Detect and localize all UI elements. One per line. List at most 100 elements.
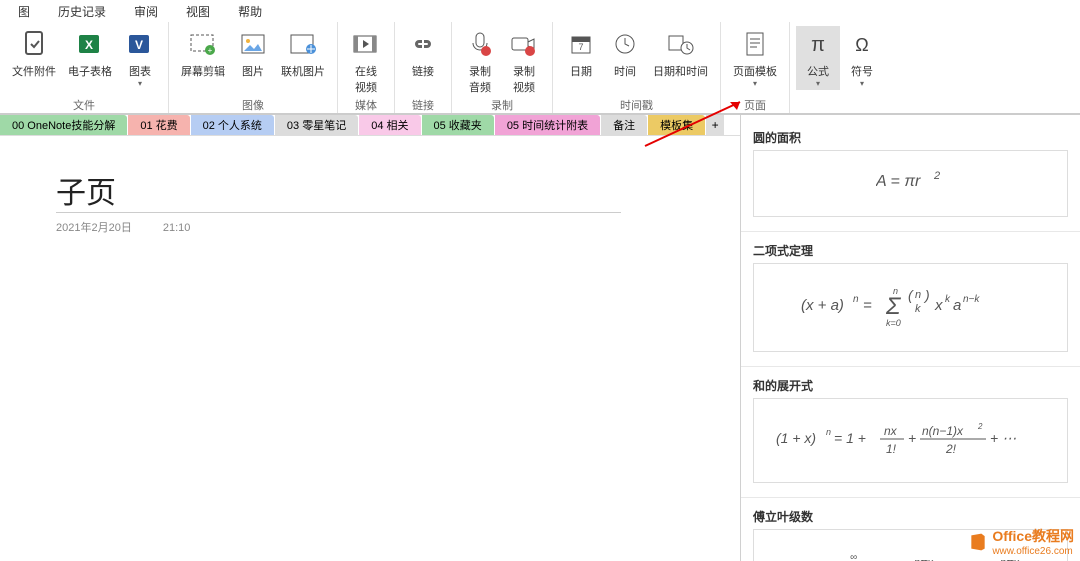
page-title[interactable]: 子页 <box>56 168 621 213</box>
svg-text:2: 2 <box>933 170 940 182</box>
section-tab[interactable]: 05 时间统计附表 <box>495 115 600 135</box>
svg-text:): ) <box>923 287 930 303</box>
page-template-icon <box>739 28 771 60</box>
svg-text:2!: 2! <box>945 442 957 456</box>
group-title: 链接 <box>412 97 434 113</box>
ribbon-group-link: 链接 链接 <box>395 22 452 113</box>
svg-text:(1 + x): (1 + x) <box>776 430 816 446</box>
ribbon: 文件附件 X 电子表格 V 图表 ▾ 文件 + 屏幕剪辑 图片 <box>0 22 1080 115</box>
ribbon-label: 符号 <box>851 63 873 79</box>
svg-text:n: n <box>893 286 898 296</box>
formula-item[interactable]: 圆的面积 A = πr2 <box>741 119 1080 232</box>
svg-text:k=0: k=0 <box>886 318 901 328</box>
formula-label: 和的展开式 <box>753 377 1068 394</box>
spreadsheet-button[interactable]: X 电子表格 <box>62 26 118 81</box>
svg-text:V: V <box>135 38 143 52</box>
watermark-url: www.office26.com <box>992 546 1074 557</box>
excel-icon: X <box>74 28 106 60</box>
datetime-button[interactable]: 日期和时间 <box>647 26 714 81</box>
svg-text:(: ( <box>908 287 914 303</box>
chevron-down-icon: ▾ <box>860 79 864 88</box>
ribbon-label: 联机图片 <box>281 63 325 79</box>
svg-text:= 1 +: = 1 + <box>834 430 866 446</box>
menu-item[interactable]: 帮助 <box>224 0 276 23</box>
calendar-icon: 7 <box>565 28 597 60</box>
svg-text:n: n <box>853 294 859 305</box>
file-attachment-button[interactable]: 文件附件 <box>6 26 62 81</box>
screenshot-icon: + <box>187 28 219 60</box>
chevron-down-icon: ▾ <box>816 79 820 88</box>
section-tab[interactable]: 备注 <box>601 115 647 135</box>
ribbon-group-record: 录制 音频 录制 视频 录制 <box>452 22 553 113</box>
ribbon-group-image: + 屏幕剪辑 图片 联机图片 图像 <box>169 22 338 113</box>
time-button[interactable]: 时间 <box>603 26 647 81</box>
svg-text:+: + <box>208 46 213 55</box>
svg-text:a: a <box>953 297 961 314</box>
menu-item[interactable]: 历史记录 <box>44 0 120 23</box>
screen-clip-button[interactable]: + 屏幕剪辑 <box>175 26 231 81</box>
online-picture-button[interactable]: 联机图片 <box>275 26 331 81</box>
ribbon-label: 录制 音频 <box>469 63 491 95</box>
online-picture-icon <box>287 28 319 60</box>
record-audio-button[interactable]: 录制 音频 <box>458 26 502 97</box>
chart-button[interactable]: V 图表 ▾ <box>118 26 162 90</box>
ribbon-label: 图片 <box>242 63 264 79</box>
svg-text:=: = <box>863 297 872 314</box>
section-tab[interactable]: 01 花费 <box>128 115 189 135</box>
link-button[interactable]: 链接 <box>401 26 445 81</box>
section-tab[interactable]: 模板集 <box>648 115 705 135</box>
formula-item[interactable]: 和的展开式 (1 + x)n = 1 + nx1! + n(n−1)x2 2! … <box>741 367 1080 498</box>
group-title: 时间戳 <box>620 97 653 113</box>
clock-icon <box>609 28 641 60</box>
svg-text:nπx: nπx <box>1000 557 1019 561</box>
section-tab[interactable]: 03 零星笔记 <box>275 115 358 135</box>
menu-item[interactable]: 图 <box>4 0 44 23</box>
section-tab[interactable]: 04 相关 <box>359 115 420 135</box>
svg-text:Ω: Ω <box>855 35 868 55</box>
formula-button[interactable]: π 公式 ▾ <box>796 26 840 90</box>
chevron-down-icon: ▾ <box>753 79 757 88</box>
ribbon-label: 公式 <box>807 63 829 79</box>
svg-text:∞: ∞ <box>850 552 857 561</box>
menu-item[interactable]: 视图 <box>172 0 224 23</box>
picture-icon <box>237 28 269 60</box>
svg-text:1!: 1! <box>886 442 897 456</box>
svg-text:X: X <box>85 38 93 52</box>
pi-icon: π <box>802 28 834 60</box>
symbol-button[interactable]: Ω 符号 ▾ <box>840 26 884 90</box>
page-template-button[interactable]: 页面模板 ▾ <box>727 26 783 90</box>
page-date: 2021年2月20日 <box>56 222 132 234</box>
menu-item[interactable]: 审阅 <box>120 0 172 23</box>
camera-icon <box>508 28 540 60</box>
formula-dropdown-panel: 圆的面积 A = πr2 二项式定理 (x + a)n = Σk=0n (nk)… <box>740 115 1080 561</box>
group-title: 页面 <box>744 97 766 113</box>
section-tab[interactable]: 02 个人系统 <box>191 115 274 135</box>
office-logo-icon <box>968 532 988 552</box>
date-button[interactable]: 7 日期 <box>559 26 603 81</box>
add-section-button[interactable]: + <box>706 115 724 135</box>
picture-button[interactable]: 图片 <box>231 26 275 81</box>
svg-text:n: n <box>826 427 831 437</box>
ribbon-label: 日期和时间 <box>653 63 708 79</box>
ribbon-label: 日期 <box>570 63 592 79</box>
svg-text:n: n <box>915 289 921 301</box>
svg-text:n−k: n−k <box>963 294 980 305</box>
svg-text:nx: nx <box>884 424 898 438</box>
page-time: 21:10 <box>163 222 191 234</box>
formula-preview: A = πr2 <box>753 150 1068 217</box>
online-video-button[interactable]: 在线 视频 <box>344 26 388 97</box>
video-icon <box>350 28 382 60</box>
ribbon-label: 文件附件 <box>12 63 56 79</box>
group-title: 媒体 <box>355 97 377 113</box>
ribbon-label: 屏幕剪辑 <box>181 63 225 79</box>
record-video-button[interactable]: 录制 视频 <box>502 26 546 97</box>
visio-icon: V <box>124 28 156 60</box>
section-tab[interactable]: 05 收藏夹 <box>422 115 494 135</box>
microphone-icon <box>464 28 496 60</box>
watermark-brand: Office教程网 <box>992 528 1074 544</box>
section-tab[interactable]: 00 OneNote技能分解 <box>0 115 127 135</box>
svg-text:n(n−1)x: n(n−1)x <box>922 424 964 438</box>
ribbon-group-timestamp: 7 日期 时间 日期和时间 时间戳 <box>553 22 721 113</box>
svg-text:(x + a): (x + a) <box>801 297 844 314</box>
formula-item[interactable]: 二项式定理 (x + a)n = Σk=0n (nk) xk an−k <box>741 232 1080 367</box>
